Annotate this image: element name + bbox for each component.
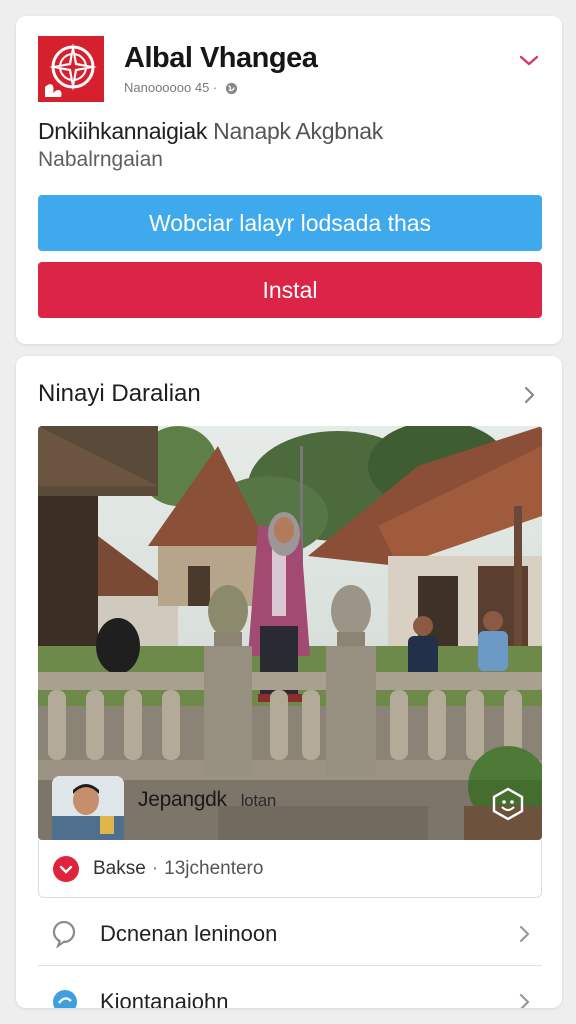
list-item-share[interactable]: Kiontanaiohn (38, 970, 542, 1008)
app-logo (38, 36, 104, 102)
primary-action-button[interactable]: Wobciar lalayr lodsada thas (38, 195, 542, 251)
app-title: Albal Vhangea (124, 42, 318, 74)
compass-logo-icon (45, 43, 97, 97)
post-photo[interactable]: Jepangdk lotan (38, 426, 542, 840)
list-item-label: Kiontanaiohn (100, 989, 229, 1008)
react-button[interactable] (490, 786, 526, 822)
post-open-button[interactable] (514, 380, 544, 410)
install-button[interactable]: Instal (38, 262, 542, 318)
globe-icon (225, 82, 237, 95)
smile-icon (492, 787, 524, 821)
chevron-down-icon (519, 55, 539, 66)
author-name: Jepangdk lotan (138, 788, 277, 811)
post-title: Ninayi Daralian (38, 380, 201, 407)
app-description-secondary: Nabalrngaian (38, 148, 163, 171)
chevron-right-icon (519, 993, 530, 1008)
comment-icon (52, 920, 76, 949)
post-card: Ninayi Daralian Jepangdk lotan Bakse · 1… (16, 356, 562, 1008)
app-description: Dnkiihkannaigiak Nanapk Akgbnak (38, 118, 383, 144)
post-meta-row: Bakse · 13jchentero (38, 840, 542, 898)
chevron-right-icon (519, 925, 530, 942)
collapse-button[interactable] (514, 46, 544, 76)
author-avatar[interactable] (52, 776, 124, 840)
share-icon (53, 990, 77, 1008)
meta-badge-label: Bakse (93, 857, 146, 879)
list-item-comments[interactable]: Dcnenan leninoon (38, 902, 542, 966)
app-subtitle: Nanoooooo 45 · (124, 80, 238, 95)
chevron-right-icon (524, 386, 535, 404)
app-card: Albal Vhangea Nanoooooo 45 · Dnkiihkanna… (16, 16, 562, 344)
list-item-label: Dcnenan leninoon (100, 920, 278, 946)
meta-text: 13jchentero (164, 857, 264, 879)
author-photo (52, 776, 124, 840)
check-badge-icon (53, 855, 79, 882)
